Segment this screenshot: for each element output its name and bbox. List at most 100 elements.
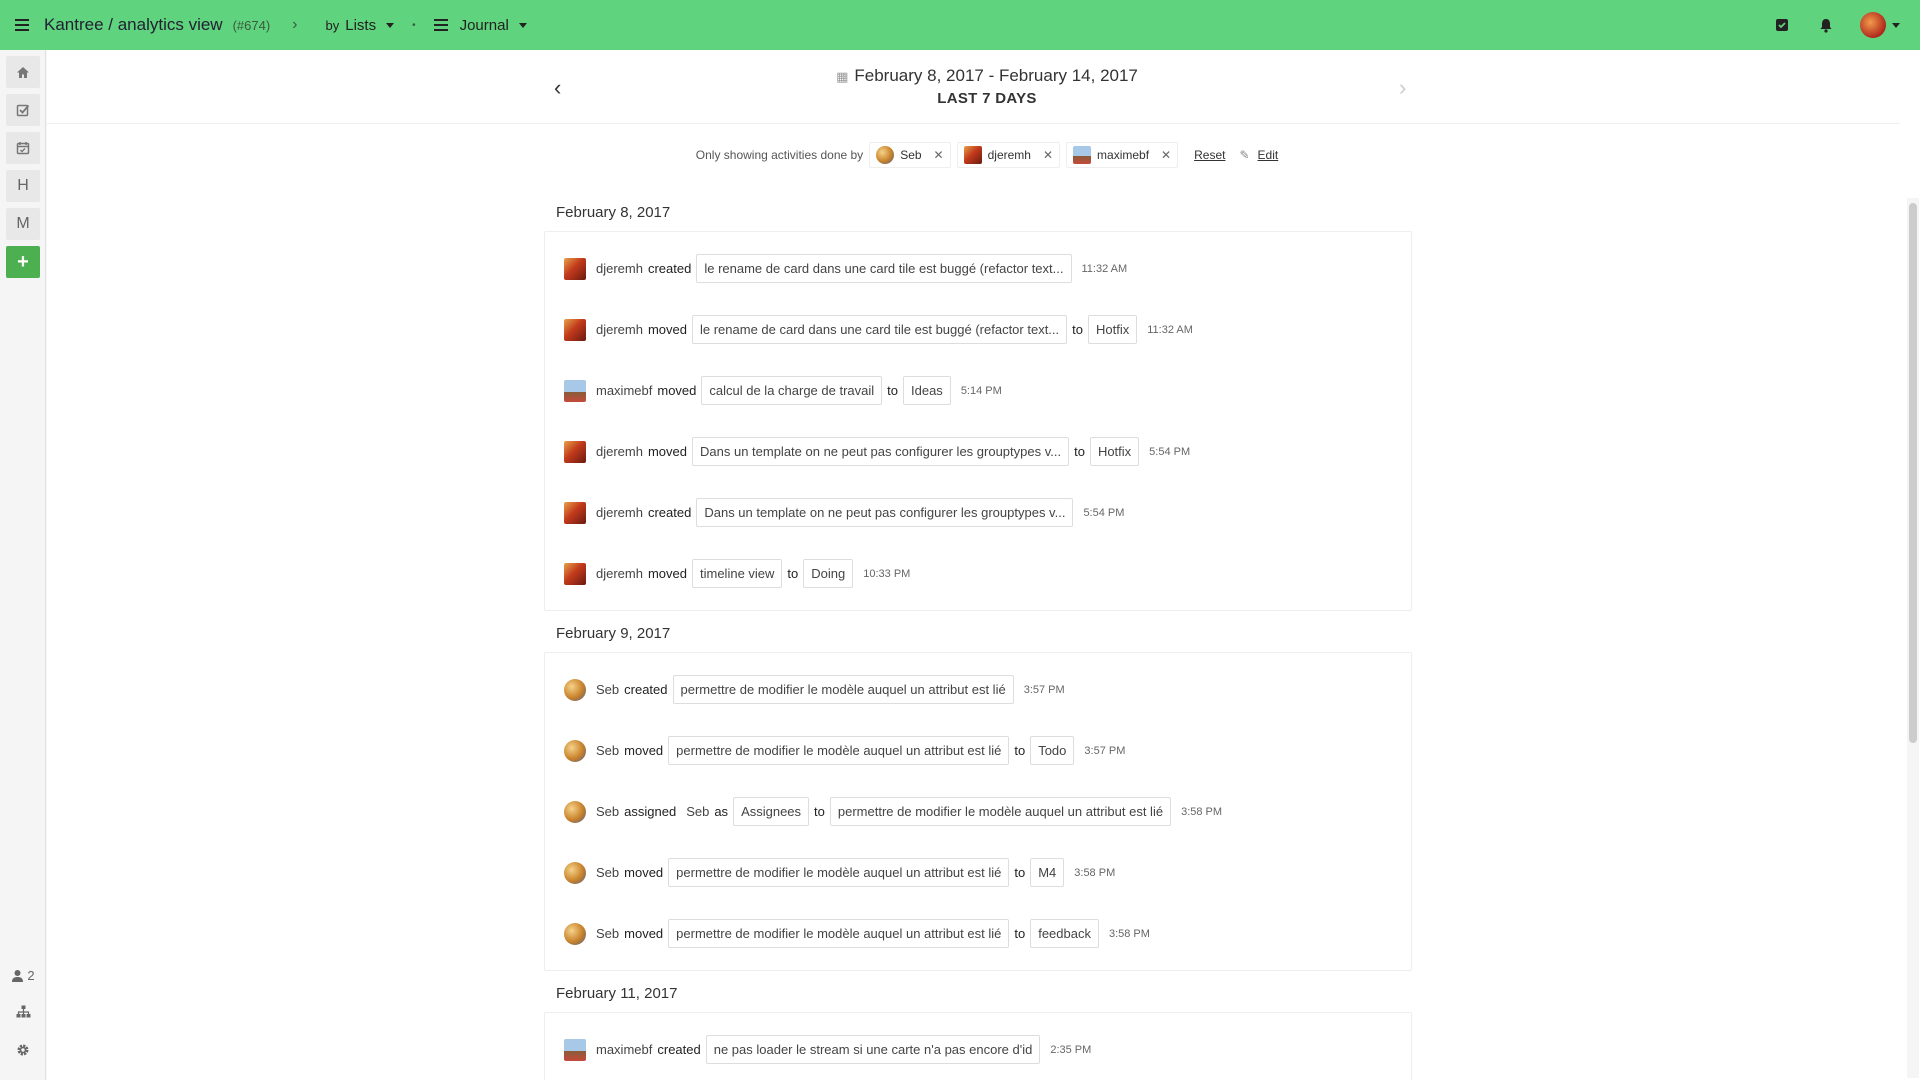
gear-icon[interactable] [0,1043,46,1057]
user-menu[interactable] [1860,12,1900,38]
menu-icon[interactable] [0,0,44,50]
activity-user[interactable]: djeremh [596,505,643,520]
close-icon[interactable]: ✕ [1043,148,1053,162]
scrollbar[interactable] [1907,198,1919,1078]
activity-as: as [714,804,729,819]
top-bar: Kantree / analytics view (#674) › by Lis… [0,0,1920,50]
sidebar: H M + 2 [0,50,46,1080]
avatar [564,501,586,524]
sidebar-item-h[interactable]: H [6,170,40,202]
avatar [564,1038,586,1061]
activity-user[interactable]: Seb [596,804,619,819]
activity-target-tag[interactable]: Ideas [903,376,951,405]
chevron-right-icon[interactable]: › [292,16,297,34]
avatar [564,678,586,701]
date-range-text: February 8, 2017 - February 14, 2017 [854,66,1138,85]
activity-card-tag[interactable]: Dans un template on ne peut pas configur… [692,437,1070,466]
activity-user[interactable]: Seb [596,682,619,697]
activity-card-tag[interactable]: permettre de modifier le modèle auquel u… [668,919,1010,948]
home-icon[interactable] [6,56,40,88]
activity-to: to [1014,926,1026,941]
edit-link[interactable]: Edit [1258,148,1279,162]
sidebar-item-m[interactable]: M [6,208,40,240]
activity-target-tag[interactable]: M4 [1030,858,1065,887]
hierarchy-icon[interactable] [0,1005,46,1018]
day-title: February 8, 2017 [556,204,671,221]
activity-verb: moved [647,444,687,459]
activity-user[interactable]: Seb [596,865,619,880]
checkbox-icon[interactable] [1772,15,1792,35]
activity-target-tag[interactable]: Doing [803,559,854,588]
activity-card-tag[interactable]: calcul de la charge de travail [701,376,883,405]
activity-user[interactable]: Seb [596,926,619,941]
activity-card-tag[interactable]: permettre de modifier le modèle auquel u… [829,797,1172,826]
avatar [564,318,586,341]
calendar-icon[interactable] [6,132,40,164]
activity-card-tag[interactable]: permettre de modifier le modèle auquel u… [672,675,1014,704]
activity-verb: moved [657,383,697,398]
activity-card-tag[interactable]: Dans un template on ne peut pas configur… [696,498,1074,527]
activity-time: 3:57 PM [1084,744,1126,757]
activity-target-tag[interactable]: Hotfix [1088,315,1138,344]
caret-down-icon [1892,22,1900,28]
activity-user[interactable]: djeremh [596,444,643,459]
activity-card-tag[interactable]: permettre de modifier le modèle auquel u… [668,736,1010,765]
activity-verb: created [647,505,692,520]
activity-user[interactable]: maximebf [596,383,652,398]
activity-target-tag[interactable]: feedback [1030,919,1099,948]
activity-verb: created [647,261,692,276]
activity-target-tag[interactable]: Todo [1030,736,1075,765]
avatar [564,379,586,402]
avatar [564,739,586,762]
scrollbar-thumb[interactable] [1909,203,1917,743]
activity-field-tag[interactable]: Assignees [733,797,810,826]
activity-user[interactable]: maximebf [596,1042,652,1057]
activity-row: djeremh moved le rename de card dans une c… [545,299,1411,360]
activity-card-tag[interactable]: timeline view [692,559,783,588]
calendar-icon: ▦ [836,69,849,84]
group-by-dropdown[interactable]: by Lists [326,17,395,34]
view-dropdown[interactable]: Journal [433,17,527,34]
activity-time: 5:14 PM [960,384,1002,397]
caret-down-icon [386,22,395,28]
close-icon[interactable]: ✕ [1161,148,1171,162]
activity-feed: February 8, 2017 djeremh created le rename … [544,190,1412,1080]
activity-card-tag[interactable]: le rename de card dans une card tile est… [692,315,1068,344]
activity-target-tag[interactable]: Hotfix [1089,437,1140,466]
bell-icon[interactable] [1816,15,1836,35]
filter-chip-maximebf[interactable]: maximebf ✕ [1066,142,1179,168]
avatar [564,562,586,585]
activity-user[interactable]: djeremh [596,322,643,337]
date-range: ▦ February 8, 2017 - February 14, 2017 [47,66,1920,86]
activity-to: to [1074,444,1085,459]
activity-time: 3:58 PM [1074,866,1116,879]
add-button[interactable]: + [6,246,40,278]
members-button[interactable]: 2 [0,968,46,983]
filter-chip-seb[interactable]: Seb ✕ [869,142,951,168]
activity-verb: moved [624,865,664,880]
chevron-right-icon[interactable]: › [1399,75,1406,101]
separator-dot: • [412,19,416,31]
activity-row: Seb created permettre de modifier le modèl… [545,659,1411,720]
activity-assignee[interactable]: Seb [686,804,709,819]
activity-card-tag[interactable]: le rename de card dans une card tile est… [696,254,1072,283]
activity-to: to [787,566,799,581]
avatar [963,146,982,164]
avatar [564,257,586,280]
close-icon[interactable]: ✕ [934,148,944,162]
activity-row: Seb moved permettre de modifier le modèle … [545,720,1411,781]
board-number: (#674) [232,17,271,33]
activity-row: maximebf moved calcul de la charge de trav… [545,360,1411,421]
activity-user[interactable]: djeremh [596,566,643,581]
tasks-icon[interactable] [6,94,40,126]
activity-row: djeremh created Dans un template on ne peu… [545,482,1411,543]
reset-link[interactable]: Reset [1194,148,1225,162]
filter-chip-djeremh[interactable]: djeremh ✕ [956,142,1061,168]
main-content: ‹ ▦ February 8, 2017 - February 14, 2017 … [47,50,1920,1080]
activity-user[interactable]: djeremh [596,261,643,276]
activity-user[interactable]: Seb [596,743,619,758]
activity-card-tag[interactable]: permettre de modifier le modèle auquel u… [668,858,1010,887]
board-title[interactable]: Kantree / analytics view [44,15,223,35]
avatar [876,146,895,164]
activity-card-tag[interactable]: ne pas loader le stream si une carte n'a… [705,1035,1041,1064]
